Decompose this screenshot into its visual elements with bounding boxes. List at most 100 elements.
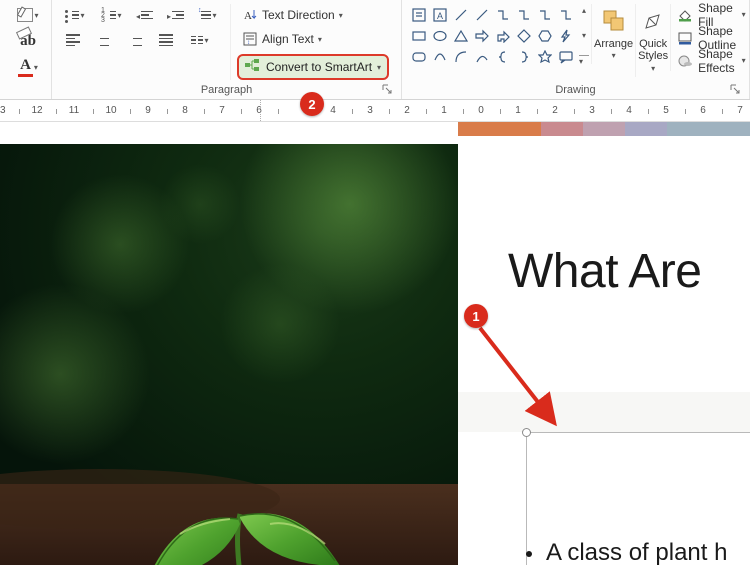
shape-arrow-right-icon[interactable] — [473, 27, 491, 45]
chevron-down-icon: ▾ — [742, 56, 746, 65]
align-center-button[interactable] — [89, 29, 119, 51]
shape-line2-icon[interactable] — [473, 6, 491, 24]
arrange-button[interactable]: Arrange▾ — [591, 4, 635, 64]
text-direction-button[interactable]: A Text Direction ▾ — [237, 4, 389, 26]
shape-connector4-icon[interactable] — [557, 6, 575, 24]
arrange-icon — [600, 6, 628, 36]
callout-badge-2: 2 — [300, 92, 324, 116]
increase-indent-button[interactable]: ▸ — [163, 4, 193, 26]
decrease-indent-button[interactable]: ◂ — [132, 4, 162, 26]
align-text-icon: ↕ — [242, 32, 258, 46]
color-swatch-bar — [458, 122, 750, 136]
ruler-tick: 2 — [555, 103, 592, 119]
shape-fill-icon — [677, 7, 693, 23]
shape-lightning-icon[interactable] — [557, 27, 575, 45]
line-spacing-button[interactable]: ↕ ▾ — [194, 4, 224, 26]
ruler-tick: 3 — [592, 103, 629, 119]
numbering-button[interactable]: 123 ▾ — [95, 4, 131, 26]
shape-triangle-icon[interactable] — [452, 27, 470, 45]
shape-rectangle-icon[interactable] — [410, 27, 428, 45]
ribbon-group-paragraph: ▾ 123 ▾ ◂ ▸ — [52, 0, 402, 99]
chevron-down-icon: ▾ — [117, 11, 121, 20]
chevron-down-icon: ▾ — [80, 11, 84, 20]
shape-curve-icon[interactable] — [473, 48, 491, 66]
shape-callout-icon[interactable] — [557, 48, 575, 66]
shape-freeform-icon[interactable] — [431, 48, 449, 66]
shape-connector-icon[interactable] — [494, 6, 512, 24]
quick-styles-button[interactable]: Quick Styles ▾ — [635, 4, 670, 77]
chevron-down-icon: ▾ — [742, 10, 746, 19]
shape-fill-button[interactable]: Shape Fill ▾ — [675, 4, 747, 25]
quick-styles-label-1: Quick — [639, 38, 667, 50]
drawing-dialog-launcher[interactable] — [729, 83, 741, 95]
slide-image — [0, 144, 458, 565]
ruler-tick: 6 — [259, 103, 296, 119]
shape-connector3-icon[interactable] — [536, 6, 554, 24]
ribbon-group-font: ▾ ab A ▾ — [0, 0, 52, 99]
svg-text:A: A — [244, 10, 252, 22]
shape-diamond-icon[interactable] — [515, 27, 533, 45]
ribbon-group-drawing: A — [402, 0, 750, 99]
shape-line-icon[interactable] — [452, 6, 470, 24]
shape-effects-button[interactable]: Shape Effects ▾ — [675, 50, 747, 71]
justify-button[interactable] — [151, 29, 181, 51]
bullet-text[interactable]: A class of plant h — [546, 539, 727, 565]
ruler-tick: 5 — [666, 103, 703, 119]
shape-connector2-icon[interactable] — [515, 6, 533, 24]
chevron-down-icon: ▾ — [212, 11, 216, 20]
text-highlight-button[interactable]: ▾ — [8, 4, 48, 26]
paragraph-group-label: Paragraph — [201, 84, 252, 96]
ruler[interactable]: 131211109876432101234567 — [0, 100, 750, 122]
align-right-button[interactable] — [120, 29, 150, 51]
ruler-tick: 1 — [518, 103, 555, 119]
callout-badge-1: 1 — [464, 304, 488, 328]
shape-hexagon-icon[interactable] — [536, 27, 554, 45]
ruler-tick: 7 — [740, 103, 750, 119]
ruler-tick: 2 — [407, 103, 444, 119]
ruler-tick: 4 — [629, 103, 666, 119]
ruler-tick: 6 — [703, 103, 740, 119]
chevron-down-icon: ▾ — [34, 63, 38, 72]
shape-arc-icon[interactable] — [452, 48, 470, 66]
ruler-tick: 8 — [185, 103, 222, 119]
font-color-button[interactable]: A ▾ — [8, 56, 48, 78]
text-highlight-color-button[interactable]: ab — [8, 30, 48, 52]
svg-text:↕: ↕ — [247, 40, 250, 46]
bullets-button[interactable]: ▾ — [58, 4, 94, 26]
chevron-down-icon: ▾ — [34, 11, 38, 20]
shape-brace-left-icon[interactable] — [494, 48, 512, 66]
smartart-icon — [245, 59, 261, 75]
text-direction-label: Text Direction — [262, 8, 335, 22]
ruler-tick: 9 — [148, 103, 185, 119]
shape-arrow-turn-icon[interactable] — [494, 27, 512, 45]
columns-button[interactable]: ▾ — [182, 29, 218, 51]
shape-textbox-a-icon[interactable]: A — [431, 6, 449, 24]
shapes-gallery-expand[interactable]: ▴▾▾ — [577, 4, 591, 68]
ruler-tick: 10 — [111, 103, 148, 119]
paragraph-dialog-launcher[interactable] — [381, 83, 393, 95]
ruler-tick: 3 — [370, 103, 407, 119]
shape-oval-icon[interactable] — [431, 27, 449, 45]
shape-effects-icon — [677, 53, 693, 69]
slide-title[interactable]: What Are — [508, 244, 701, 299]
shape-textbox-icon[interactable] — [410, 6, 428, 24]
shape-star-icon[interactable] — [536, 48, 554, 66]
convert-to-smartart-button[interactable]: Convert to SmartArt ▾ — [237, 54, 389, 80]
shapes-gallery[interactable]: A — [408, 4, 577, 68]
svg-text:A: A — [437, 11, 443, 21]
shape-effects-label: Shape Effects — [698, 47, 736, 75]
ruler-tick: 0 — [481, 103, 518, 119]
editing-canvas[interactable]: What Are A class of plant h — [0, 122, 750, 565]
ruler-tick: 1 — [444, 103, 481, 119]
shape-brace-right-icon[interactable] — [515, 48, 533, 66]
ruler-tick: 4 — [333, 103, 370, 119]
shape-rounded-rect-icon[interactable] — [410, 48, 428, 66]
text-direction-icon: A — [242, 8, 258, 22]
align-left-button[interactable] — [58, 29, 88, 51]
align-text-button[interactable]: ↕ Align Text ▾ — [237, 28, 389, 50]
shape-outline-button[interactable]: Shape Outline — [675, 27, 747, 48]
callout-arrow — [464, 314, 584, 444]
quick-styles-icon — [639, 6, 667, 36]
chevron-down-icon: ▾ — [318, 35, 322, 44]
chevron-down-icon: ▾ — [651, 64, 655, 73]
